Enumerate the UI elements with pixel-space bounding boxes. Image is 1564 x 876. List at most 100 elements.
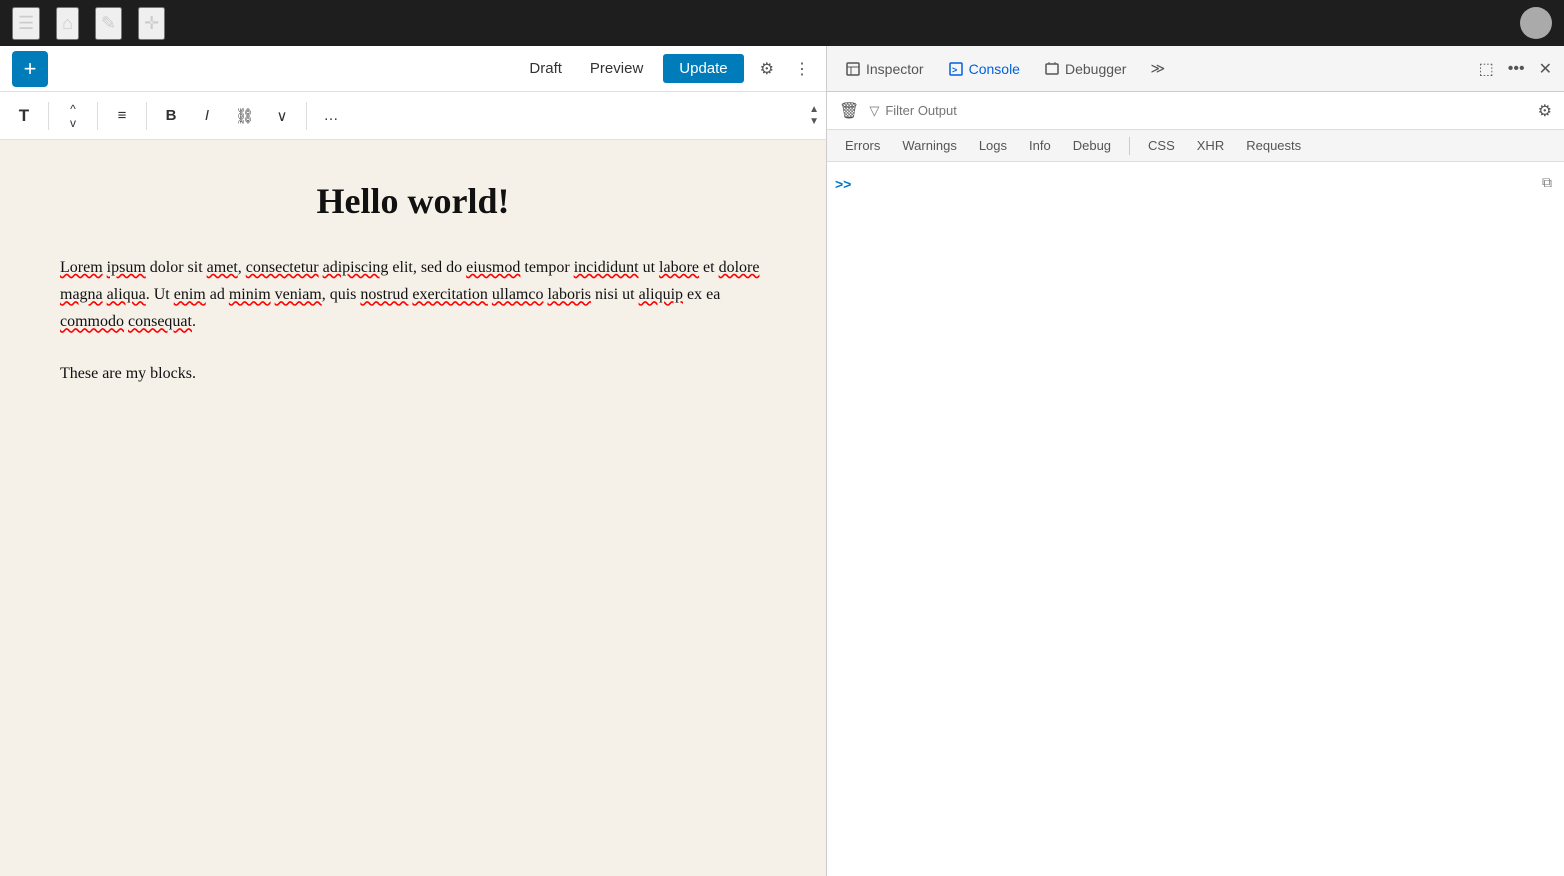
devtools-tab-console[interactable]: > Console [938, 55, 1030, 83]
spell-error-consequat: consequat [128, 313, 192, 330]
align-button[interactable]: ≡ [106, 101, 138, 130]
console-tab-info[interactable]: Info [1019, 134, 1061, 157]
chevron-right-icon: ≫ [1150, 60, 1165, 77]
paragraph-1: Lorem ipsum dolor sit amet, consectetur … [60, 254, 766, 336]
spell-error-lorem: Lorem [60, 259, 103, 276]
update-button[interactable]: Update [663, 54, 743, 83]
inspector-tab-label: Inspector [866, 61, 924, 77]
console-tab-label: Console [969, 61, 1020, 77]
spell-error-aliquip: aliquip [639, 286, 683, 303]
spell-error-adipiscing: adipiscing [323, 259, 389, 276]
down-arrow-icon: v [70, 116, 76, 130]
inspector-icon [845, 61, 861, 77]
toolbar-separator-3 [146, 102, 147, 130]
italic-button[interactable]: I [191, 101, 223, 130]
console-tab-css[interactable]: CSS [1138, 134, 1185, 157]
text-ad: ad [210, 286, 229, 303]
scroll-up-button[interactable]: ▲ [806, 104, 822, 116]
text-ut: ut [643, 259, 659, 276]
more-devtools-tabs-button[interactable]: ≫ [1140, 54, 1175, 83]
more-devtools-button[interactable]: ••• [1504, 56, 1529, 82]
console-tab-logs[interactable]: Logs [969, 134, 1017, 157]
spell-error-commodo: commodo [60, 313, 124, 330]
draft-button[interactable]: Draft [521, 56, 570, 81]
console-tab-warnings[interactable]: Warnings [892, 134, 966, 157]
devtools-header: Inspector > Console [827, 46, 1564, 92]
spell-error-dolore: dolore [719, 259, 760, 276]
console-tab-errors[interactable]: Errors [835, 134, 890, 157]
spell-error-eiusmod: eiusmod [466, 259, 520, 276]
text-type-button[interactable]: T [8, 100, 40, 132]
spell-error-laboris: laboris [547, 286, 591, 303]
bold-button[interactable]: B [155, 101, 187, 130]
minimize-devtools-button[interactable]: ⬚ [1475, 55, 1498, 83]
debugger-tab-label: Debugger [1065, 61, 1127, 77]
new-post-icon[interactable]: ✛ [138, 7, 165, 40]
console-icon: > [948, 61, 964, 77]
spell-error-labore: labore [659, 259, 699, 276]
post-heading: Hello world! [60, 180, 766, 222]
console-prompt-arrow: >> [835, 176, 851, 192]
more-icon: … [324, 107, 339, 124]
scroll-down-button[interactable]: ▼ [806, 116, 822, 128]
toolbar-left: + [12, 51, 48, 87]
spell-error-enim: enim [174, 286, 206, 303]
debugger-icon [1044, 61, 1060, 77]
link-icon: ⛓ [235, 107, 254, 125]
more-options-button[interactable]: ⋮ [790, 55, 814, 83]
console-tab-requests[interactable]: Requests [1236, 134, 1311, 157]
feedback-icon[interactable]: ✎ [95, 7, 122, 40]
filter-output-input[interactable] [885, 103, 1527, 118]
link-button[interactable]: ⛓ [227, 101, 262, 131]
console-copy-button[interactable]: ⧉ [1538, 170, 1556, 195]
text-et: et [703, 259, 719, 276]
spell-error-amet: amet [207, 259, 238, 276]
text-dolor: dolor sit [150, 259, 207, 276]
spell-error-veniam: veniam [275, 286, 322, 303]
spell-error-consectetur: consectetur [246, 259, 319, 276]
svg-text:>: > [952, 65, 957, 75]
block-toolbar: T ^ v ≡ B I ⛓ ∨ [0, 92, 826, 140]
text-ex: ex ea [687, 286, 720, 303]
spell-error-ullamco: ullamco [492, 286, 544, 303]
filter-icon: ▽ [869, 103, 879, 119]
filter-container: ▽ [869, 103, 1527, 119]
more-block-options-button[interactable]: … [315, 101, 347, 130]
text-nisi: nisi ut [595, 286, 639, 303]
add-block-button[interactable]: + [12, 51, 48, 87]
spell-error-aliqua: aliqua [107, 286, 146, 303]
devtools-tab-inspector[interactable]: Inspector [835, 55, 934, 83]
editor-toolbar: + Draft Preview Update ⚙ ⋮ [0, 46, 826, 92]
preview-button[interactable]: Preview [582, 56, 651, 81]
devtools-panel: Inspector > Console [826, 46, 1564, 876]
console-tab-xhr[interactable]: XHR [1187, 134, 1234, 157]
hamburger-menu-icon[interactable]: ☰ [12, 7, 40, 40]
align-icon: ≡ [118, 107, 127, 124]
console-settings-button[interactable]: ⚙ [1534, 97, 1556, 125]
home-icon[interactable]: ⌂ [56, 7, 79, 40]
console-tab-debug[interactable]: Debug [1063, 134, 1121, 157]
console-input[interactable] [857, 174, 1538, 189]
close-devtools-button[interactable]: ✕ [1535, 55, 1556, 83]
devtools-console-tabs: Errors Warnings Logs Info Debug CSS XHR … [827, 130, 1564, 162]
paragraph-2: These are my blocks. [60, 360, 766, 387]
clear-console-button[interactable]: 🗑 [835, 97, 863, 125]
move-up-button[interactable]: ^ v [57, 100, 89, 132]
dropdown-icon: ∨ [277, 107, 288, 125]
bold-icon: B [166, 107, 177, 124]
devtools-filter-bar: 🗑 ▽ ⚙ [827, 92, 1564, 130]
devtools-tab-debugger[interactable]: Debugger [1034, 55, 1137, 83]
settings-button[interactable]: ⚙ [756, 55, 778, 83]
text-elit: elit, sed do [392, 259, 466, 276]
dropdown-arrow-button[interactable]: ∨ [266, 101, 298, 131]
toolbar-separator-4 [306, 102, 307, 130]
avatar[interactable] [1520, 7, 1552, 39]
scroll-arrows: ▲ ▼ [802, 92, 826, 139]
spell-error-nostrud: nostrud [360, 286, 408, 303]
spell-error-exercitation: exercitation [412, 286, 488, 303]
devtools-console-area: >> ⧉ [827, 162, 1564, 876]
up-arrow-icon: ^ [70, 102, 76, 116]
toolbar-right: Draft Preview Update ⚙ ⋮ [521, 54, 814, 83]
editor-panel: + Draft Preview Update ⚙ ⋮ T ^ v ≡ [0, 46, 826, 876]
text-icon: T [19, 106, 29, 126]
